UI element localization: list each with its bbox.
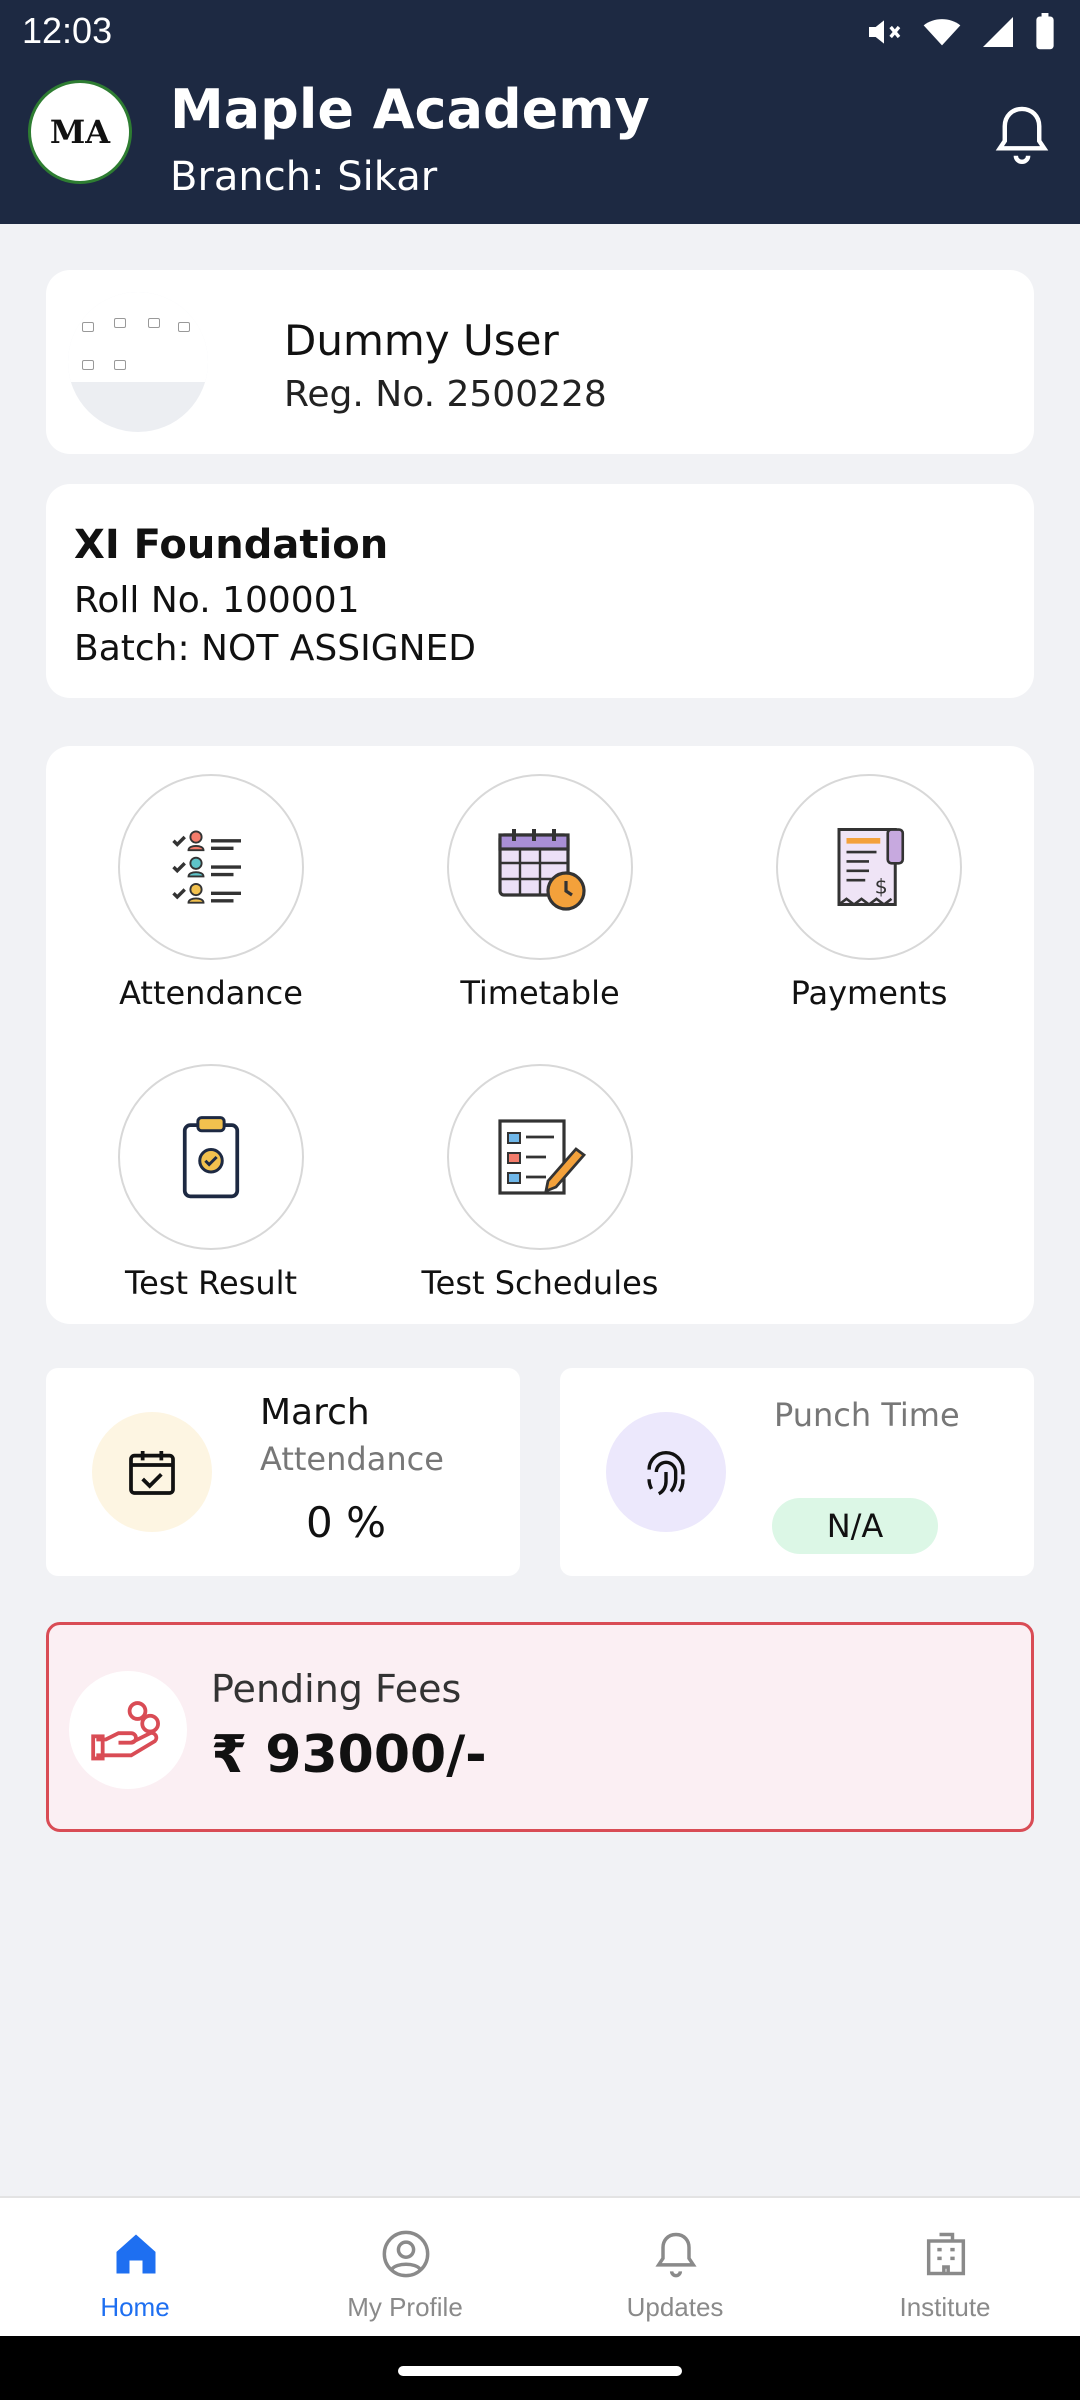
bottom-navigation: Home My Profile Updates Institute: [0, 2196, 1080, 2336]
bell-icon: [995, 106, 1049, 165]
status-time: 12:03: [22, 10, 113, 51]
branch-label: Branch: Sikar: [170, 154, 438, 200]
menu-label: Attendance: [119, 974, 303, 1012]
attendance-list-icon: [172, 830, 241, 904]
notification-button[interactable]: [992, 104, 1052, 168]
attendance-month: March: [260, 1392, 370, 1433]
nav-label: Home: [100, 2292, 170, 2322]
nav-my-profile[interactable]: My Profile: [270, 2198, 540, 2338]
menu-icon-circle: [447, 774, 633, 960]
status-bar: 12:03: [0, 0, 1080, 64]
app-header: MA Maple Academy Branch: Sikar: [0, 64, 1080, 224]
attendance-stat-card[interactable]: March Attendance 0 %: [46, 1368, 520, 1576]
pending-fees-amount: ₹ 93000/-: [211, 1725, 487, 1785]
profile-card[interactable]: Dummy User Reg. No. 2500228: [46, 270, 1034, 454]
building-icon: [926, 2232, 966, 2276]
menu-item-payments[interactable]: $ Payments: [704, 774, 1034, 1012]
menu-label: Timetable: [460, 974, 620, 1012]
nav-label: My Profile: [347, 2292, 463, 2322]
home-icon: [116, 2234, 156, 2274]
stat-icon-circle: [92, 1412, 212, 1532]
menu-icon-circle: $: [776, 774, 962, 960]
logo-text: MA: [49, 113, 111, 151]
svg-text:$: $: [875, 874, 888, 898]
menu-label: Test Result: [124, 1264, 298, 1302]
bell-icon: [655, 2232, 697, 2278]
menu-label: Payments: [790, 974, 948, 1012]
registration-number: Reg. No. 2500228: [284, 374, 607, 415]
menu-grid: Attendance Timetable $ Payments Test Res…: [46, 746, 1034, 1324]
nav-updates[interactable]: Updates: [540, 2198, 810, 2338]
signal-icon: [983, 17, 1013, 47]
wifi-icon: [923, 19, 961, 46]
pending-fees-card[interactable]: Pending Fees ₹ 93000/-: [46, 1622, 1034, 1832]
avatar: [68, 292, 208, 432]
academy-logo: MA: [28, 80, 132, 184]
menu-item-test-schedules[interactable]: Test Schedules: [375, 1064, 705, 1302]
clipboard-check-icon: [182, 1116, 240, 1199]
fingerprint-icon: [647, 1450, 685, 1496]
menu-item-timetable[interactable]: Timetable: [375, 774, 705, 1012]
hand-coins-icon: [91, 1701, 160, 1761]
punch-time-label: Punch Time: [774, 1396, 960, 1434]
system-gesture-bar: [0, 2336, 1080, 2400]
punch-time-badge: N/A: [772, 1498, 938, 1554]
menu-item-attendance[interactable]: Attendance: [46, 774, 376, 1012]
nav-label: Updates: [626, 2292, 724, 2322]
mute-icon: [869, 20, 901, 44]
home-gesture-handle[interactable]: [398, 2366, 682, 2376]
menu-icon-circle: [447, 1064, 633, 1250]
pending-fees-label: Pending Fees: [211, 1667, 462, 1711]
profile-icon: [382, 2230, 430, 2278]
nav-label: Institute: [899, 2292, 991, 2322]
menu-item-test-result[interactable]: Test Result: [46, 1064, 376, 1302]
nav-institute[interactable]: Institute: [810, 2198, 1080, 2338]
user-name: Dummy User: [284, 316, 559, 365]
nav-home[interactable]: Home: [0, 2198, 270, 2338]
menu-icon-circle: [118, 774, 304, 960]
calendar-check-icon: [129, 1451, 175, 1495]
class-title: XI Foundation: [74, 522, 389, 568]
calendar-clock-icon: [498, 829, 586, 911]
battery-icon: [1036, 13, 1054, 50]
receipt-icon: $: [837, 828, 905, 907]
attendance-label: Attendance: [260, 1440, 444, 1478]
academy-title: Maple Academy: [170, 78, 650, 141]
attendance-value: 0 %: [306, 1498, 386, 1547]
avatar-image: [68, 292, 208, 382]
roll-number: Roll No. 100001: [74, 580, 360, 621]
batch-label: Batch: NOT ASSIGNED: [74, 628, 476, 669]
menu-icon-circle: [118, 1064, 304, 1250]
punch-time-card[interactable]: Punch Time N/A: [560, 1368, 1034, 1576]
class-card: XI Foundation Roll No. 100001 Batch: NOT…: [46, 484, 1034, 698]
status-icons: [864, 12, 1056, 52]
stat-icon-circle: [606, 1412, 726, 1532]
fees-icon-circle: [69, 1671, 187, 1789]
menu-label: Test Schedules: [421, 1264, 659, 1302]
checklist-pencil-icon: [498, 1119, 587, 1195]
